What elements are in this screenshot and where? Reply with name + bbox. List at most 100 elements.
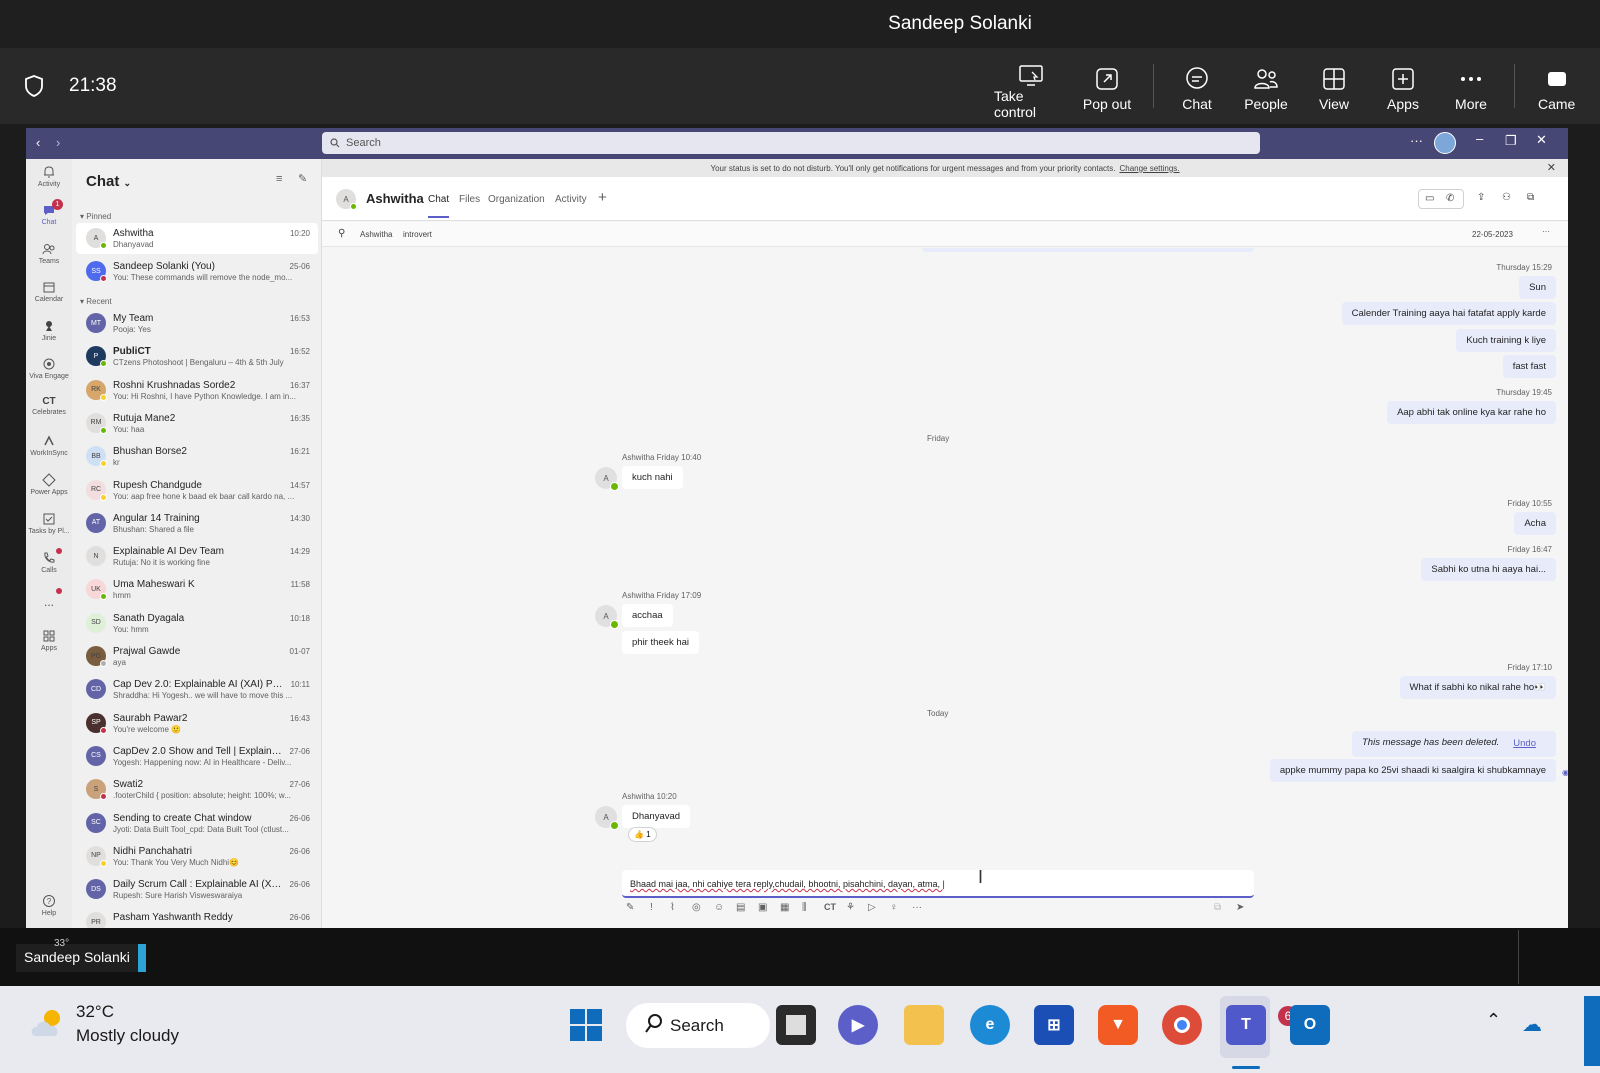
- apps-button[interactable]: Apps: [1382, 62, 1424, 120]
- compose-box[interactable]: Bhaad mai jaa, nhi cahiye tera reply,chu…: [622, 870, 1254, 898]
- chat-list-item[interactable]: MT My Team Pooja: Yes 16:53: [76, 308, 318, 339]
- message-bubble[interactable]: Aap abhi tak online kya kar rahe ho: [1387, 401, 1556, 424]
- message-bubble[interactable]: Sabhi ko utna hi aaya hai...: [1421, 558, 1556, 581]
- cloud-icon[interactable]: [28, 1006, 68, 1040]
- avatar[interactable]: A: [595, 605, 619, 629]
- search-input[interactable]: Search: [322, 132, 1260, 154]
- message-bubble[interactable]: acchaa: [622, 604, 673, 627]
- pop-out-button[interactable]: Pop out: [1082, 62, 1132, 120]
- chat-list-item[interactable]: S Swati2 .footerChild { position: absolute…: [76, 774, 318, 805]
- avatar[interactable]: A: [595, 467, 619, 491]
- rail-item-calls[interactable]: Calls: [26, 551, 72, 574]
- chat-list-item[interactable]: DS Daily Scrum Call : Explainable AI (XAI…: [76, 874, 318, 905]
- chat-button[interactable]: Chat: [1177, 62, 1217, 120]
- more-options-icon[interactable]: ···: [1410, 133, 1423, 148]
- meet-now-icon[interactable]: ▶: [838, 1005, 878, 1045]
- message-bubble[interactable]: Acha: [1514, 512, 1556, 535]
- chevron-up-icon[interactable]: ⌃: [1486, 1010, 1501, 1031]
- task-view-icon[interactable]: [776, 1005, 816, 1045]
- more-options-icon[interactable]: ···: [1542, 227, 1550, 236]
- emoji-icon[interactable]: ☺: [714, 902, 724, 913]
- chat-list-item[interactable]: SD Sanath Dyagala You: hmm 10:18: [76, 608, 318, 639]
- chat-list-title[interactable]: Chat ⌄: [86, 173, 131, 190]
- edge-icon[interactable]: e: [970, 1005, 1010, 1045]
- rail-item-power-apps[interactable]: Power Apps: [26, 473, 72, 496]
- chat-list-item[interactable]: A Ashwitha Dhanyavad 10:20: [76, 223, 318, 254]
- view-button[interactable]: View: [1313, 62, 1355, 120]
- chat-list-item[interactable]: NP Nidhi Panchahatri You: Thank You Very M…: [76, 841, 318, 872]
- message-bubble[interactable]: Kuch training k liye: [1456, 329, 1556, 352]
- popout-chat-icon[interactable]: ⧉: [1527, 192, 1534, 203]
- store-icon[interactable]: ⊞: [1034, 1005, 1074, 1045]
- chat-list-item[interactable]: SP Saurabh Pawar2 You're welcome 🙂 16:43: [76, 708, 318, 739]
- pinned-message-bar[interactable]: ⚲ Ashwitha introvert 22-05-2023 ···: [322, 222, 1568, 247]
- share-screen-icon[interactable]: ⇪: [1477, 192, 1485, 203]
- rail-item-teams[interactable]: Teams: [26, 242, 72, 265]
- avatar[interactable]: A: [595, 806, 619, 830]
- chat-list-item[interactable]: SS Sandeep Solanki (You) You: These comman…: [76, 256, 318, 287]
- close-icon[interactable]: ✕: [1536, 132, 1547, 148]
- audio-call-icon[interactable]: ✆: [1446, 193, 1454, 204]
- forward-arrow-icon[interactable]: ›: [56, 135, 60, 150]
- chrome-icon[interactable]: [1162, 1005, 1202, 1045]
- message-bubble[interactable]: appke mummy papa ko 25vi shaadi ki saalg…: [1269, 759, 1556, 782]
- taskbar-search[interactable]: Search: [626, 1003, 770, 1048]
- celebrates-icon[interactable]: CT: [824, 902, 836, 912]
- loop-icon[interactable]: ◎: [692, 902, 701, 913]
- chat-list-item[interactable]: CS CapDev 2.0 Show and Tell | Explainabl.…: [76, 741, 318, 772]
- minimize-icon[interactable]: –: [1476, 131, 1483, 146]
- recent-section-label[interactable]: ▾ Recent: [80, 297, 112, 306]
- add-tab-button[interactable]: +: [598, 189, 607, 206]
- reaction-pill[interactable]: 👍 1: [628, 827, 657, 842]
- chat-list-item[interactable]: UK Uma Maheswari Khmm 11:58: [76, 574, 318, 605]
- weather-condition[interactable]: Mostly cloudy: [76, 1026, 179, 1046]
- tab-organization[interactable]: Organization: [488, 194, 545, 205]
- chat-list-item[interactable]: N Explainable AI Dev Team Rutuja: No it is…: [76, 541, 318, 572]
- new-chat-icon[interactable]: ✎: [298, 172, 307, 185]
- chat-list-item[interactable]: PG Prajwal Gawde aya 01-07: [76, 641, 318, 672]
- gif-icon[interactable]: ▤: [736, 902, 745, 913]
- rail-item-jinie[interactable]: Jinie: [26, 319, 72, 342]
- message-bubble[interactable]: kuch nahi: [622, 466, 683, 489]
- tab-files[interactable]: Files: [459, 194, 480, 205]
- priority-icon[interactable]: !: [650, 902, 653, 913]
- rail-item-celebrates[interactable]: CT Celebrates: [26, 396, 72, 416]
- rail-item-calendar[interactable]: Calendar: [26, 280, 72, 303]
- undo-link[interactable]: Undo: [1513, 738, 1536, 749]
- format-icon[interactable]: ✎: [626, 902, 634, 913]
- tab-activity[interactable]: Activity: [555, 194, 587, 205]
- rail-item-tasks[interactable]: Tasks by Pl...: [26, 512, 72, 535]
- chat-list-item[interactable]: CD Cap Dev 2.0: Explainable AI (XAI) Proj…: [76, 674, 318, 705]
- notification-edge[interactable]: [1584, 996, 1600, 1066]
- chat-list-item[interactable]: RC Rupesh Chandgude You: aap free hone k b…: [76, 475, 318, 506]
- take-control-button[interactable]: Take control: [994, 62, 1068, 120]
- praise-icon[interactable]: ⫼: [802, 902, 807, 913]
- add-people-icon[interactable]: ⚇: [1502, 192, 1511, 203]
- file-explorer-icon[interactable]: [904, 1005, 944, 1045]
- chat-list-item[interactable]: BB Bhushan Borse2 kr 16:21: [76, 441, 318, 472]
- sticker-icon[interactable]: ▣: [758, 902, 767, 913]
- rail-item-chat[interactable]: 1 Chat: [26, 199, 72, 226]
- weather-temperature[interactable]: 32°C: [76, 1002, 114, 1022]
- forward-icon[interactable]: ▷: [868, 902, 876, 913]
- message-bubble[interactable]: Dhanyavad: [622, 805, 691, 828]
- chat-list-item[interactable]: RK Roshni Krushnadas Sorde2 You: Hi Roshni…: [76, 375, 318, 406]
- rail-item-apps[interactable]: Apps: [26, 629, 72, 652]
- rail-item-more[interactable]: ...: [26, 595, 72, 609]
- rail-item-viva-engage[interactable]: Viva Engage: [26, 357, 72, 380]
- filter-icon[interactable]: ≡: [276, 173, 282, 185]
- people-button[interactable]: People: [1240, 62, 1292, 120]
- back-arrow-icon[interactable]: ‹: [36, 135, 40, 150]
- pinned-section-label[interactable]: ▾ Pinned: [80, 212, 111, 221]
- bulb-icon[interactable]: ♀: [890, 902, 898, 913]
- attach-icon[interactable]: ⌇: [670, 902, 675, 913]
- avatar[interactable]: [1434, 132, 1456, 154]
- change-settings-link[interactable]: Change settings.: [1119, 164, 1179, 173]
- chat-list-item[interactable]: RM Rutuja Mane2 You: haa 16:35: [76, 408, 318, 439]
- message-bubble[interactable]: Calender Training aaya hai fatafat apply…: [1341, 302, 1556, 325]
- camera-button[interactable]: Came: [1534, 62, 1600, 120]
- chat-list-item[interactable]: P PubliCT CTzens Photoshoot | Bengaluru – …: [76, 341, 318, 372]
- message-bubble[interactable]: What if sabhi ko nikal rahe ho👀: [1399, 676, 1556, 699]
- rail-item-help[interactable]: ? Help: [26, 894, 72, 917]
- onedrive-cloud-icon[interactable]: ☁: [1522, 1012, 1542, 1037]
